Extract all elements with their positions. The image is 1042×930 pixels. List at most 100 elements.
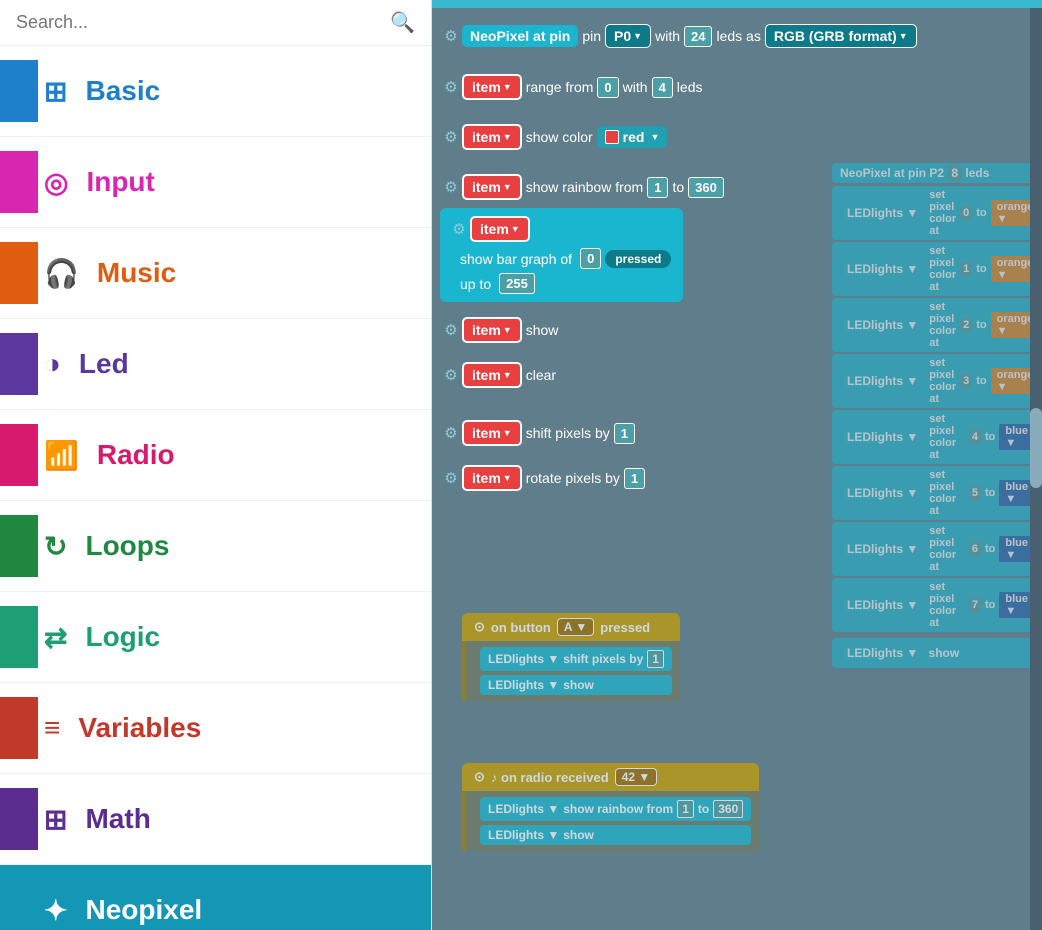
ledlights-6: LEDlights ▼ [840,539,925,559]
sidebar-label-music: Music [97,257,176,289]
sidebar-item-variables[interactable]: ≡Variables [0,683,431,774]
sidebar-item-led[interactable]: ◑Led [0,319,431,410]
sidebar-label-loops: Loops [85,530,169,562]
music-icon: 🎧 [44,257,79,290]
item-pill-2[interactable]: item ▼ [462,74,522,100]
item-pill-9[interactable]: item ▼ [462,465,522,491]
gear-icon-8[interactable]: ⚙ [440,422,462,444]
item-pill-4[interactable]: item ▼ [462,174,522,200]
search-icon: 🔍 [390,10,415,35]
gear-icon-9[interactable]: ⚙ [440,467,462,489]
ledlights-1: LEDlights ▼ [840,259,925,279]
gear-icon-1[interactable]: ⚙ [440,25,462,47]
sidebar-label-basic: Basic [85,75,160,107]
sidebar-accent-variables [0,697,38,759]
shift-val[interactable]: 1 [614,423,635,444]
sidebar-item-math[interactable]: ⊞Math [0,774,431,865]
bar-max-val[interactable]: 255 [499,273,535,294]
item-pill-6[interactable]: item ▼ [462,317,522,343]
leds-count[interactable]: 24 [684,26,712,47]
sidebar-label-logic: Logic [85,621,160,653]
item-pill-3[interactable]: item ▼ [462,124,522,150]
item-show-block: ⚙ item ▼ show [440,317,562,343]
item-pill-8[interactable]: item ▼ [462,420,522,446]
range-leds-val[interactable]: 4 [652,77,673,98]
pin-dropdown[interactable]: P0 ▼ [605,24,651,48]
top-bar [432,0,1042,8]
sidebar-label-variables: Variables [78,712,201,744]
sidebar-items-container: ⊞ Basic ◎Input 🎧 Music ◑Led📶Radio ↻ Loops ⇄ Logic… [0,46,431,930]
pin-text: pin [582,28,601,44]
shift-pixels-text: shift pixels by [526,425,610,441]
neopixel-label: NeoPixel at pin [462,25,578,47]
gear-icon-4[interactable]: ⚙ [440,176,462,198]
sidebar-accent-input [0,151,38,213]
show-bar-graph-block: ⚙ item ▼ show bar graph of 0 pressed up … [440,208,683,302]
basic-icon: ⊞ [44,75,67,108]
ledlights-shift: LEDlights ▼ [488,652,559,666]
pressed-badge: pressed [605,250,671,268]
clear-text: clear [526,367,556,383]
set-pixel-color-panel: NeoPixel at pin P2 8 leds LEDlights ▼ se… [832,163,1042,671]
ledlights-4: LEDlights ▼ [840,427,925,447]
gear-icon-2[interactable]: ⚙ [440,76,462,98]
with-text-2: with [623,79,648,95]
bar-val[interactable]: 0 [580,248,601,269]
radio-icon: 📶 [44,439,79,472]
search-input[interactable] [16,12,390,33]
ledlights-7: LEDlights ▼ [840,595,925,615]
sidebar-item-logic[interactable]: ⇄ Logic [0,592,431,683]
ledlights-5: LEDlights ▼ [840,483,925,503]
main-canvas: ⚙ NeoPixel at pin pin P0 ▼ with 24 leds … [432,0,1042,930]
format-dropdown[interactable]: RGB (GRB format) ▼ [765,24,917,48]
range-start-val[interactable]: 0 [597,77,618,98]
sidebar-accent-math [0,788,38,850]
loops-icon: ↻ [44,530,67,563]
scrollbar-thumb[interactable] [1030,408,1042,488]
color-swatch [605,130,619,144]
item-clear-block: ⚙ item ▼ clear [440,362,560,388]
sidebar-accent-loops [0,515,38,577]
logic-icon: ⇄ [44,621,67,654]
item-rotate-pixels-block: ⚙ item ▼ rotate pixels by 1 [440,465,645,491]
show-rainbow-text: show rainbow from [526,179,644,195]
sidebar-accent-music [0,242,38,304]
sidebar-item-basic[interactable]: ⊞ Basic [0,46,431,137]
gear-icon-3[interactable]: ⚙ [440,126,462,148]
gear-icon-6[interactable]: ⚙ [440,319,462,341]
gear-icon-5[interactable]: ⚙ [448,218,470,240]
sidebar-item-loops[interactable]: ↻ Loops [0,501,431,592]
sidebar-accent-logic [0,606,38,668]
color-swatch-block[interactable]: red ▼ [597,126,668,148]
show-color-text: show color [526,129,593,145]
rainbow-to-val[interactable]: 360 [688,177,724,198]
item-range-block: ⚙ item ▼ range from 0 with 4 leds [440,74,706,100]
up-to-text: up to [460,276,491,292]
show-bar-text: show bar graph of [460,251,572,267]
led-icon: ◑ [44,348,61,380]
item-pill-5[interactable]: item ▼ [470,216,530,242]
item-show-rainbow-block: ⚙ item ▼ show rainbow from 1 to 360 [440,174,724,200]
sidebar-accent-led [0,333,38,395]
sidebar-item-input[interactable]: ◎Input [0,137,431,228]
ledlights-0: LEDlights ▼ [840,203,925,223]
neopixel-icon: ✦ [44,894,67,927]
to-text: to [672,179,684,195]
scrollbar[interactable] [1030,8,1042,930]
show-text: show [526,322,559,338]
sidebar-item-neopixel[interactable]: ✦ Neopixel [0,865,431,930]
ledlights-show-2: LEDlights ▼ [488,678,559,692]
sidebar-item-radio[interactable]: 📶Radio [0,410,431,501]
item-show-color-block: ⚙ item ▼ show color red ▼ [440,124,667,150]
ledlights-rainbow: LEDlights ▼ [488,802,559,816]
sidebar-label-neopixel: Neopixel [85,894,202,926]
rotate-val[interactable]: 1 [624,468,645,489]
search-bar[interactable]: 🔍 [0,0,431,46]
gear-icon-7[interactable]: ⚙ [440,364,462,386]
sidebar-accent-neopixel [0,879,38,930]
rainbow-from-val[interactable]: 1 [647,177,668,198]
sidebar: 🔍 ⊞ Basic ◎Input 🎧 Music ◑Led📶Radio ↻ Loops ⇄ Log… [0,0,432,930]
rotate-pixels-text: rotate pixels by [526,470,620,486]
sidebar-item-music[interactable]: 🎧 Music [0,228,431,319]
item-pill-7[interactable]: item ▼ [462,362,522,388]
